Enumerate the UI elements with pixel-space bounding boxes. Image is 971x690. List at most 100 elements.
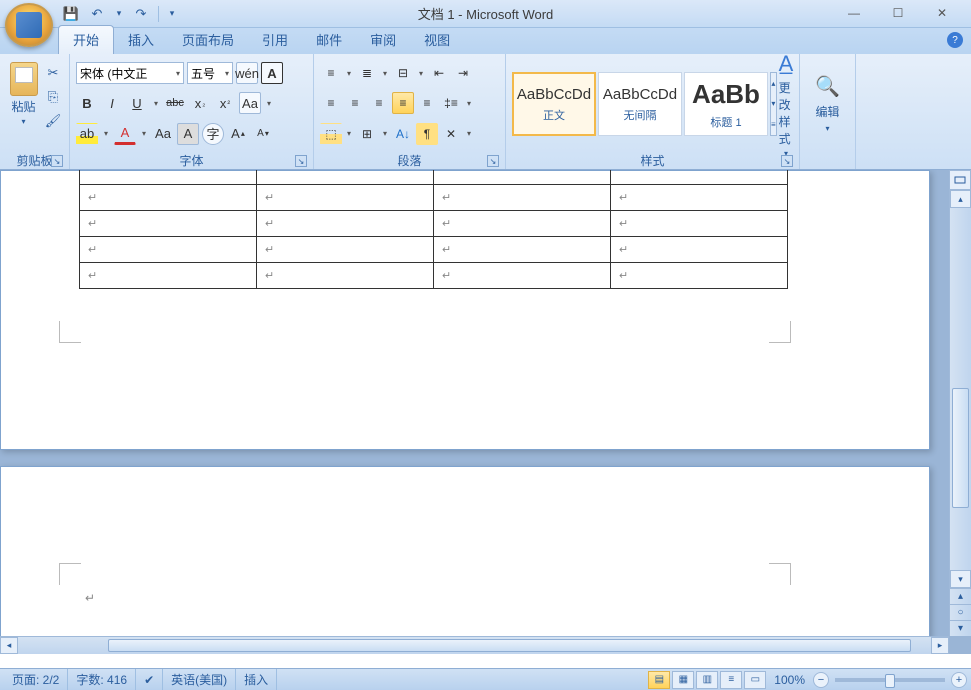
highlight-dropdown[interactable]: ▾ [101, 129, 111, 138]
tab-insert[interactable]: 插入 [114, 26, 168, 54]
numbering-button[interactable]: ≣ [356, 62, 378, 84]
view-fullscreen[interactable]: ▦ [672, 671, 694, 689]
bullets-button[interactable]: ≡ [320, 62, 342, 84]
view-draft[interactable]: ▭ [744, 671, 766, 689]
prev-page-button[interactable]: ▴ [950, 588, 971, 604]
status-language[interactable]: 英语(美国) [163, 669, 236, 690]
qat-customize[interactable]: ▾ [165, 8, 179, 19]
superscript-button[interactable]: x² [214, 92, 236, 114]
zoom-slider[interactable] [835, 678, 945, 682]
scroll-thumb[interactable] [952, 388, 969, 508]
style-normal[interactable]: AaBbCcDd 正文 [512, 72, 596, 136]
font-launcher[interactable]: ↘ [295, 155, 307, 167]
tab-review[interactable]: 审阅 [356, 26, 410, 54]
style-gallery-more[interactable]: ▴▾≡ [770, 72, 777, 136]
hscroll-thumb[interactable] [108, 639, 911, 652]
format-painter-button[interactable]: 🖌 [43, 112, 63, 130]
underline-dropdown[interactable]: ▾ [151, 99, 161, 108]
line-spacing-dropdown[interactable]: ▾ [464, 99, 474, 108]
shading-button[interactable]: ⬚ [320, 123, 342, 145]
help-button[interactable]: ? [947, 32, 963, 48]
sort-button[interactable]: A↓ [392, 123, 414, 145]
shading-dropdown[interactable]: ▾ [344, 129, 354, 138]
grow-font2-button[interactable]: A▴ [227, 123, 249, 145]
align-center-button[interactable]: ≡ [344, 92, 366, 114]
align-right-button[interactable]: ≡ [368, 92, 390, 114]
italic-button[interactable]: I [101, 92, 123, 114]
strike-button[interactable]: abc [164, 92, 186, 114]
minimize-button[interactable]: — [841, 4, 867, 22]
font-size-combo[interactable]: 五号▾ [187, 62, 233, 84]
borders-button[interactable]: ⊞ [356, 123, 378, 145]
close-button[interactable]: ✕ [929, 4, 955, 22]
status-mode[interactable]: 插入 [236, 669, 277, 690]
scroll-track[interactable] [950, 208, 971, 570]
styles-launcher[interactable]: ↘ [781, 155, 793, 167]
font-name-combo[interactable]: 宋体 (中文正▾ [76, 62, 184, 84]
style-nospacing[interactable]: AaBbCcDd 无间隔 [598, 72, 682, 136]
scroll-down-button[interactable]: ▾ [950, 570, 971, 588]
zoom-in-button[interactable]: + [951, 672, 967, 688]
asian-layout-button[interactable]: ✕ [440, 123, 462, 145]
scroll-up-button[interactable]: ▴ [950, 190, 971, 208]
view-web[interactable]: ▥ [696, 671, 718, 689]
underline-button[interactable]: U [126, 92, 148, 114]
qat-undo[interactable]: ↶ [86, 3, 108, 25]
subscript-button[interactable]: x₂ [189, 92, 211, 114]
status-page[interactable]: 页面: 2/2 [4, 669, 68, 690]
align-left-button[interactable]: ≡ [320, 92, 342, 114]
status-proof[interactable]: ✔ [136, 669, 163, 690]
bullets-dropdown[interactable]: ▾ [344, 69, 354, 78]
ruler-toggle[interactable] [949, 170, 971, 190]
highlight-button[interactable]: ab [76, 123, 98, 145]
tab-view[interactable]: 视图 [410, 26, 464, 54]
paste-dropdown[interactable]: ▾ [21, 117, 25, 126]
page-1[interactable]: ↵↵↵↵ ↵↵↵↵ ↵↵↵↵ ↵↵↵↵ [0, 170, 930, 450]
decrease-indent-button[interactable]: ⇤ [428, 62, 450, 84]
multilevel-button[interactable]: ⊟ [392, 62, 414, 84]
paste-button[interactable]: 粘贴 ▾ [6, 58, 41, 126]
tab-mail[interactable]: 邮件 [302, 26, 356, 54]
asian-layout-dropdown[interactable]: ▾ [464, 129, 474, 138]
align-justify-button[interactable]: ≡ [392, 92, 414, 114]
office-button[interactable] [5, 3, 53, 47]
phonetic-guide-button[interactable]: wén [236, 62, 258, 84]
align-distribute-button[interactable]: ≡ [416, 92, 438, 114]
borders-dropdown[interactable]: ▾ [380, 129, 390, 138]
change-case-dropdown[interactable]: ▾ [264, 99, 274, 108]
change-case-button[interactable]: Aa [239, 92, 261, 114]
increase-indent-button[interactable]: ⇥ [452, 62, 474, 84]
char-shading-button[interactable]: A [177, 123, 199, 145]
scroll-right-button[interactable]: ▸ [931, 637, 949, 654]
show-marks-button[interactable]: ¶ [416, 123, 438, 145]
next-page-button[interactable]: ▾ [950, 620, 971, 636]
paragraph-launcher[interactable]: ↘ [487, 155, 499, 167]
clipboard-launcher[interactable]: ↘ [51, 155, 63, 167]
hscroll-track[interactable] [18, 637, 931, 654]
style-heading1[interactable]: AaBb 标题 1 [684, 72, 768, 136]
zoom-value[interactable]: 100% [768, 673, 811, 687]
tab-home[interactable]: 开始 [58, 25, 114, 54]
change-style-button[interactable]: A̲ 更改样式 ▾ [779, 51, 794, 158]
multilevel-dropdown[interactable]: ▾ [416, 69, 426, 78]
font-color-button[interactable]: A [114, 123, 136, 145]
zoom-out-button[interactable]: − [813, 672, 829, 688]
scroll-left-button[interactable]: ◂ [0, 637, 18, 654]
tab-layout[interactable]: 页面布局 [168, 26, 248, 54]
grow-font-button[interactable]: Aa [152, 123, 174, 145]
enclose-char-button[interactable]: 字 [202, 123, 224, 145]
copy-button[interactable]: ⎘ [43, 88, 63, 106]
font-color-dropdown[interactable]: ▾ [139, 129, 149, 138]
vertical-scrollbar[interactable]: ▴ ▾ ▴ ○ ▾ [949, 190, 971, 636]
status-words[interactable]: 字数: 416 [68, 669, 136, 690]
numbering-dropdown[interactable]: ▾ [380, 69, 390, 78]
shrink-font-button[interactable]: A▾ [252, 123, 274, 145]
editing-button[interactable]: 🔍 编辑 ▾ [804, 56, 851, 151]
view-outline[interactable]: ≡ [720, 671, 742, 689]
qat-redo[interactable]: ↷ [130, 3, 152, 25]
page-2[interactable]: ↵ [0, 466, 930, 636]
document-table[interactable]: ↵↵↵↵ ↵↵↵↵ ↵↵↵↵ ↵↵↵↵ [79, 170, 788, 289]
bold-button[interactable]: B [76, 92, 98, 114]
cut-button[interactable]: ✂ [43, 64, 63, 82]
maximize-button[interactable]: ☐ [885, 4, 911, 22]
